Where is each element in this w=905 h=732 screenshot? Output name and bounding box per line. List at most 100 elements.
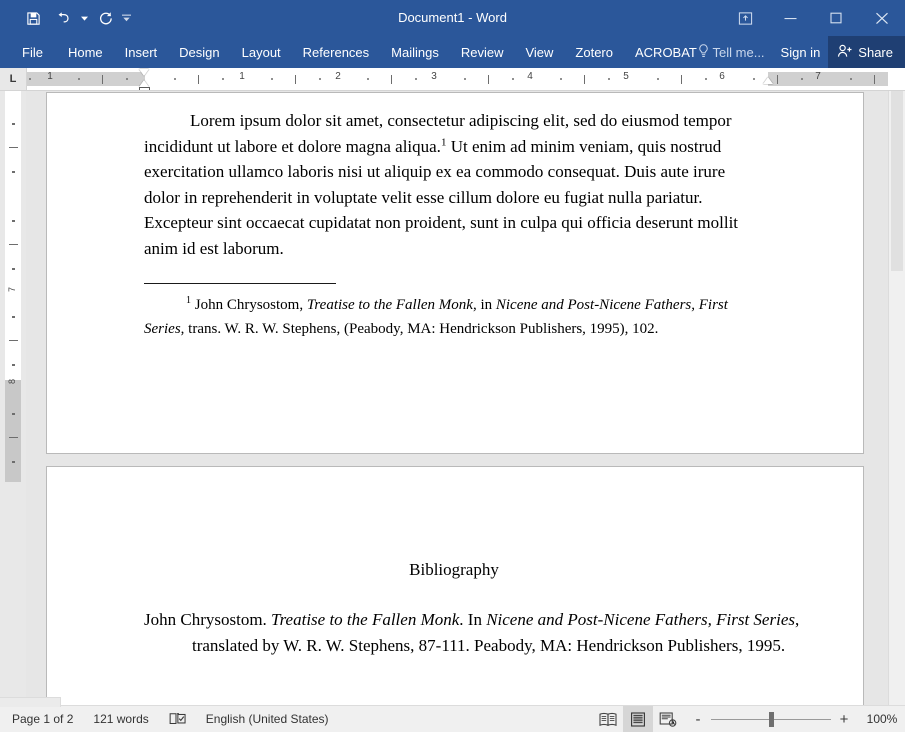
view-print-layout-button[interactable]	[623, 706, 653, 732]
word-application-window: Document1 - Word File Home Insert Design…	[0, 0, 905, 732]
vertical-ruler-tick	[12, 460, 15, 463]
zoom-slider[interactable]: - +	[683, 711, 859, 727]
footnote-part-1: John Chrysostom,	[191, 297, 307, 313]
tab-insert[interactable]: Insert	[114, 36, 169, 68]
ruler-tick	[753, 78, 756, 80]
quick-access-toolbar	[0, 0, 132, 36]
tab-stop-selector[interactable]: L	[0, 68, 27, 90]
footnote-text[interactable]: 1 John Chrysostom, Treatise to the Falle…	[144, 293, 752, 341]
ruler-tick	[873, 75, 875, 84]
zoom-level-label[interactable]: 100%	[859, 712, 905, 726]
tab-file[interactable]: File	[8, 36, 57, 68]
ruler-right-margin-zone	[768, 72, 888, 86]
ruler-number: 3	[431, 71, 437, 82]
redo-icon[interactable]	[90, 4, 120, 32]
ruler-tick	[849, 78, 852, 80]
tab-layout[interactable]: Layout	[231, 36, 292, 68]
vertical-ruler-tick	[12, 412, 15, 415]
tab-mailings[interactable]: Mailings	[380, 36, 450, 68]
bibliography-heading[interactable]: Bibliography	[144, 557, 764, 583]
view-read-mode-button[interactable]	[593, 706, 623, 732]
zoom-track[interactable]	[711, 711, 831, 727]
tell-me-search[interactable]: Tell me...	[692, 36, 773, 68]
bibliography-entry[interactable]: John Chrysostom. Treatise to the Fallen …	[144, 607, 808, 658]
window-controls	[723, 0, 905, 36]
vertical-ruler-tick	[9, 147, 18, 149]
tell-me-label: Tell me...	[712, 44, 765, 60]
undo-dropdown-icon[interactable]	[78, 4, 90, 32]
horizontal-ruler-row: L 1 1 2 3 4 5 6 7	[0, 68, 905, 91]
ruler-tick	[680, 75, 682, 84]
footnote-separator	[144, 283, 336, 284]
share-person-icon	[837, 44, 853, 61]
ruler-number: 4	[527, 71, 533, 82]
tab-home[interactable]: Home	[57, 36, 114, 68]
ruler-tick	[270, 78, 273, 80]
undo-icon[interactable]	[48, 4, 78, 32]
tab-view[interactable]: View	[514, 36, 564, 68]
ruler-tick	[560, 78, 563, 80]
language-status[interactable]: English (United States)	[196, 706, 339, 732]
footnote-italic-title: Treatise to the Fallen Monk	[306, 297, 473, 313]
vertical-scrollbar[interactable]	[888, 91, 905, 705]
maximize-icon[interactable]	[813, 0, 859, 36]
tab-design[interactable]: Design	[168, 36, 230, 68]
tab-references[interactable]: References	[292, 36, 380, 68]
zoom-handle[interactable]	[769, 711, 774, 727]
vertical-ruler-number: 7	[7, 287, 17, 293]
proofing-errors-icon[interactable]	[159, 706, 196, 732]
document-page-2[interactable]: Bibliography John Chrysostom. Treatise t…	[46, 466, 864, 705]
status-bar-corner	[0, 697, 61, 707]
word-count-status[interactable]: 121 words	[83, 706, 158, 732]
close-icon[interactable]	[859, 0, 905, 36]
tab-zotero[interactable]: Zotero	[564, 36, 624, 68]
ruler-number: 2	[335, 71, 341, 82]
view-web-layout-button[interactable]	[653, 706, 683, 732]
ruler-tick	[101, 75, 103, 84]
biblio-italic-series: Nicene and Post-Nicene Fathers, First Se…	[486, 610, 795, 629]
vertical-ruler[interactable]: 78	[0, 91, 26, 705]
vruler-bottom-margin-zone	[5, 380, 21, 482]
biblio-part-1: John Chrysostom.	[144, 610, 272, 629]
scrollbar-thumb[interactable]	[891, 91, 903, 271]
footnote-part-3: , trans. W. R. W. Stephens, (Peabody, MA…	[180, 321, 659, 337]
customize-quick-access-icon[interactable]	[120, 4, 132, 32]
vertical-ruler-tick	[9, 243, 18, 245]
ruler-tick	[77, 78, 80, 80]
vertical-ruler-tick	[12, 316, 15, 319]
ribbon-tab-bar: File Home Insert Design Layout Reference…	[0, 36, 905, 68]
ruler-tick	[511, 78, 514, 80]
document-page-1[interactable]: Lorem ipsum dolor sit amet, consectetur …	[46, 92, 864, 454]
ruler-tick	[391, 75, 393, 84]
ruler-tick	[174, 78, 177, 80]
horizontal-ruler[interactable]: 1 1 2 3 4 5 6 7	[27, 68, 905, 90]
document-workspace: 78 Lorem ipsum dolor sit amet, consectet…	[0, 91, 905, 705]
ruler-tick	[318, 78, 321, 80]
ribbon-display-options-icon[interactable]	[723, 0, 767, 36]
ruler-tick	[487, 75, 489, 84]
vertical-ruler-tick	[9, 436, 18, 438]
body-paragraph[interactable]: Lorem ipsum dolor sit amet, consectetur …	[144, 108, 764, 261]
ruler-number: 1	[239, 71, 245, 82]
vertical-ruler-tick	[12, 364, 15, 367]
ruler-tick	[415, 78, 418, 80]
ruler-tick	[704, 78, 707, 80]
ruler-tick	[656, 78, 659, 80]
ruler-number: 6	[719, 71, 725, 82]
page-number-status[interactable]: Page 1 of 2	[0, 706, 83, 732]
zoom-out-button[interactable]: -	[691, 712, 705, 727]
tab-review[interactable]: Review	[450, 36, 515, 68]
biblio-italic-title: Treatise to the Fallen Monk	[271, 610, 460, 629]
save-icon[interactable]	[18, 4, 48, 32]
biblio-part-2: . In	[459, 610, 487, 629]
ruler-tick	[198, 75, 200, 84]
share-label: Share	[858, 44, 893, 60]
status-bar: Page 1 of 2 121 words English (United St…	[0, 697, 905, 732]
status-bar-right-group: - + 100%	[593, 706, 905, 732]
sign-in-button[interactable]: Sign in	[773, 36, 829, 68]
zoom-in-button[interactable]: +	[837, 712, 851, 727]
ruler-tick	[584, 75, 586, 84]
ruler-number: 1	[47, 71, 53, 82]
share-button[interactable]: Share	[828, 36, 905, 68]
minimize-icon[interactable]	[767, 0, 813, 36]
